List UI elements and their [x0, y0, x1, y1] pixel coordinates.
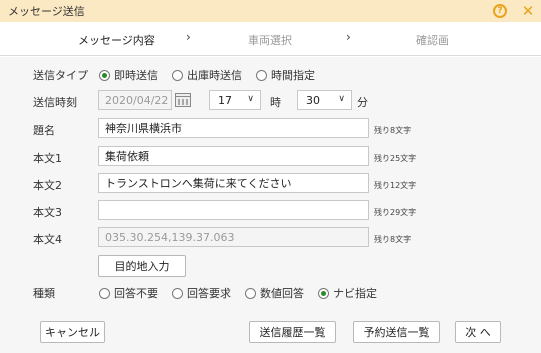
- cancel-button[interactable]: キャンセル: [40, 321, 105, 343]
- body4-input[interactable]: 035.30.254,139.37.063: [98, 227, 369, 247]
- radio-label: 出庫時送信: [187, 69, 242, 82]
- wizard-steps: メッセージ内容 › 車両選択 › 確認画: [0, 22, 541, 56]
- body1-input[interactable]: 集荷依頼: [98, 146, 369, 166]
- radio-label: 回答要求: [187, 287, 231, 300]
- radio-label: 時間指定: [271, 69, 315, 82]
- body1-remaining: 残り25文字: [374, 154, 417, 163]
- body3-input[interactable]: [98, 200, 369, 220]
- window-title: メッセージ送信: [8, 5, 85, 18]
- minute-select[interactable]: 30 ∨: [297, 90, 352, 110]
- body1-value: 集荷依頼: [105, 150, 149, 163]
- scheduled-list-button-label: 予約送信一覧: [363, 326, 430, 339]
- radio-numeric-answer[interactable]: 数値回答: [245, 285, 304, 301]
- step-arrow-2: ›: [346, 30, 351, 44]
- radio-button[interactable]: [256, 69, 267, 81]
- radio-label: 回答不要: [114, 287, 158, 300]
- date-value: 2020/04/22: [105, 93, 169, 107]
- hour-value: 17: [218, 93, 232, 107]
- subject-label: 題名: [33, 124, 55, 137]
- radio-button[interactable]: [99, 287, 110, 299]
- radio-button[interactable]: [318, 287, 329, 299]
- step-vehicle-select: 車両選択: [248, 34, 292, 47]
- radio-button[interactable]: [245, 287, 256, 299]
- body2-input[interactable]: トランストロンへ集荷に来てください: [98, 173, 369, 193]
- body3-label: 本文3: [33, 206, 62, 219]
- chevron-down-icon: ∨: [338, 94, 345, 104]
- step-arrow-1: ›: [186, 30, 191, 44]
- radio-scheduled[interactable]: 時間指定: [256, 67, 315, 83]
- body4-remaining: 残り8文字: [374, 235, 412, 244]
- help-icon[interactable]: ?: [493, 4, 507, 18]
- body3-remaining: 残り29文字: [374, 208, 417, 217]
- send-time-label: 送信時刻: [33, 96, 77, 109]
- radio-button[interactable]: [99, 69, 110, 81]
- radio-button[interactable]: [172, 287, 183, 299]
- body4-value: 035.30.254,139.37.063: [105, 230, 235, 244]
- body2-value: トランストロンへ集荷に来てください: [105, 177, 292, 190]
- step-confirm: 確認画: [416, 34, 449, 47]
- calendar-icon[interactable]: [175, 93, 191, 107]
- radio-navi[interactable]: ナビ指定: [318, 285, 377, 301]
- radio-on-departure[interactable]: 出庫時送信: [172, 67, 242, 83]
- hour-unit: 時: [270, 96, 281, 109]
- minute-value: 30: [306, 93, 320, 107]
- subject-input[interactable]: 神奈川県横浜市: [98, 118, 369, 138]
- send-type-label: 送信タイプ: [33, 69, 88, 82]
- body1-label: 本文1: [33, 152, 62, 165]
- scheduled-list-button[interactable]: 予約送信一覧: [353, 321, 440, 343]
- body4-label: 本文4: [33, 233, 62, 246]
- send-history-button[interactable]: 送信履歴一覧: [249, 321, 336, 343]
- send-type-radio-group: 即時送信 出庫時送信 時間指定: [99, 67, 329, 83]
- cancel-button-label: キャンセル: [45, 326, 100, 339]
- minute-unit: 分: [357, 96, 368, 109]
- date-input[interactable]: 2020/04/22: [98, 90, 172, 110]
- radio-answer-required[interactable]: 回答要求: [172, 285, 231, 301]
- title-bar: メッセージ送信 ? ✕: [0, 0, 541, 22]
- next-button-label: 次 へ: [465, 326, 491, 339]
- radio-label: 即時送信: [114, 69, 158, 82]
- send-history-button-label: 送信履歴一覧: [259, 326, 326, 339]
- destination-button-label: 目的地入力: [114, 260, 170, 273]
- subject-value: 神奈川県横浜市: [105, 122, 182, 135]
- radio-button[interactable]: [172, 69, 183, 81]
- radio-label: ナビ指定: [333, 287, 377, 300]
- body2-label: 本文2: [33, 179, 62, 192]
- close-icon[interactable]: ✕: [520, 2, 536, 20]
- body2-remaining: 残り12文字: [374, 181, 417, 190]
- chevron-down-icon: ∨: [247, 94, 254, 104]
- radio-label: 数値回答: [260, 287, 304, 300]
- kind-label: 種類: [33, 287, 55, 300]
- form-area: 送信タイプ 即時送信 出庫時送信 時間指定 送信時刻 2020/04/22 17…: [0, 57, 541, 353]
- subject-remaining: 残り8文字: [374, 126, 412, 135]
- step-message-content: メッセージ内容: [78, 34, 155, 47]
- kind-radio-group: 回答不要 回答要求 数値回答 ナビ指定: [99, 285, 391, 301]
- radio-no-answer[interactable]: 回答不要: [99, 285, 158, 301]
- next-button[interactable]: 次 へ: [455, 321, 501, 343]
- radio-immediate[interactable]: 即時送信: [99, 67, 158, 83]
- destination-input-button[interactable]: 目的地入力: [98, 255, 186, 277]
- hour-select[interactable]: 17 ∨: [209, 90, 261, 110]
